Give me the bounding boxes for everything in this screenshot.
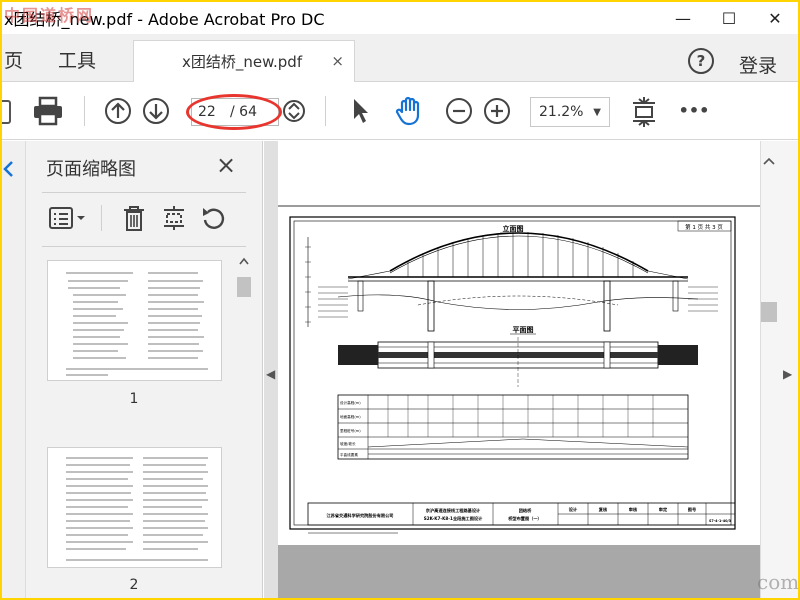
- next-page-area: [278, 545, 761, 598]
- extract-page-icon[interactable]: [158, 201, 190, 235]
- panel-toggle-icon[interactable]: [2, 159, 18, 179]
- tab-document[interactable]: x团结桥_new.pdf ×: [133, 40, 355, 82]
- select-pointer-icon[interactable]: [348, 96, 372, 126]
- page-thumbnail-1[interactable]: [47, 260, 222, 381]
- watermark-text: com: [757, 570, 798, 594]
- toolbar: / 64 21.2% ▼ •••: [2, 82, 798, 140]
- collapse-right-icon[interactable]: ▶: [783, 367, 792, 381]
- zoom-value: 21.2%: [539, 104, 584, 120]
- zoom-in-icon[interactable]: [483, 97, 511, 125]
- page-stepper-icon[interactable]: [282, 98, 306, 124]
- sign-figure-number: 图号: [688, 506, 696, 513]
- minimize-button[interactable]: —: [660, 2, 706, 34]
- zoom-out-icon[interactable]: [445, 97, 473, 125]
- page-fit-icon[interactable]: [629, 94, 659, 130]
- project-name: 京沪高速连接线工程路基设计: [426, 507, 481, 514]
- title-bar: x团结桥_new.pdf - Adobe Acrobat Pro DC — ☐ …: [2, 2, 798, 34]
- close-panel-button[interactable]: ×: [216, 151, 236, 179]
- document-tab-label: x团结桥_new.pdf: [182, 53, 303, 71]
- company-name: 江苏省交通科学研究院股份有限公司: [326, 512, 393, 519]
- close-tab-button[interactable]: ×: [331, 52, 344, 70]
- sign-review: 复核: [598, 506, 608, 513]
- page-total: / 64: [230, 104, 257, 120]
- sign-check: 审核: [629, 506, 638, 513]
- sign-design: 设计: [569, 506, 578, 513]
- profile-row-label: 坡度/坡长: [340, 441, 356, 446]
- close-window-button[interactable]: ✕: [752, 2, 798, 34]
- toolbar-separator: [325, 96, 326, 126]
- plan-title: 平面图: [513, 325, 534, 334]
- tab-bar: 页 工具 x团结桥_new.pdf × ? 登录: [2, 34, 798, 82]
- panel-divider: [42, 192, 246, 193]
- panel-divider: [42, 246, 246, 247]
- figure-number-value: S7-4-1-40/3: [709, 519, 732, 523]
- maximize-button[interactable]: ☐: [706, 2, 752, 34]
- bridge-drawing: 第 1 页 共 3 页 立面图 平面图 设计高程(m) 地面高程(m) 里程桩号…: [289, 216, 736, 534]
- print-icon[interactable]: [31, 94, 65, 128]
- previous-page-icon[interactable]: [104, 97, 132, 125]
- login-button[interactable]: 登录: [739, 51, 777, 78]
- profile-row-label: 设计高程(m): [340, 400, 361, 405]
- next-page-icon[interactable]: [142, 97, 170, 125]
- left-nav-strip: [2, 141, 26, 598]
- page-number-input[interactable]: [192, 103, 222, 121]
- chevron-down-icon: ▼: [593, 106, 601, 118]
- help-icon[interactable]: ?: [688, 48, 714, 74]
- window-title: x团结桥_new.pdf - Adobe Acrobat Pro DC: [4, 10, 325, 29]
- rotate-page-icon[interactable]: [198, 201, 230, 235]
- page-number-box[interactable]: / 64: [191, 98, 279, 126]
- thumbnail-panel: 页面缩略图 × 1 2: [26, 141, 263, 598]
- window-controls: — ☐ ✕: [660, 2, 798, 34]
- zoom-select[interactable]: 21.2% ▼: [530, 97, 610, 127]
- thumbnail-page-number: 1: [129, 391, 139, 407]
- document-view[interactable]: 第 1 页 共 3 页 立面图 平面图 设计高程(m) 地面高程(m) 里程桩号…: [264, 141, 761, 598]
- page-thumbnail-2[interactable]: [47, 447, 222, 568]
- profile-row-label: 平曲线要素: [340, 452, 358, 457]
- drawing-page-label: 第 1 页 共 3 页: [685, 223, 723, 231]
- hand-tool-icon[interactable]: [392, 94, 426, 128]
- thumbnail-scrollbar-thumb[interactable]: [237, 277, 251, 297]
- drawing-name: 团结桥: [519, 507, 532, 514]
- toolbar-separator: [84, 96, 85, 126]
- elevation-title: 立面图: [503, 224, 524, 233]
- profile-row-label: 里程桩号(m): [340, 428, 361, 433]
- more-options-icon[interactable]: •••: [679, 98, 710, 122]
- scroll-up-icon[interactable]: [763, 157, 775, 165]
- acrobat-window: x团结桥_new.pdf - Adobe Acrobat Pro DC — ☐ …: [2, 2, 798, 598]
- previous-page-bottom: [278, 141, 761, 205]
- drawing-subname: 桥型布置图（一）: [508, 515, 542, 522]
- profile-row-label: 地面高程(m): [340, 414, 361, 419]
- delete-page-icon[interactable]: [118, 201, 150, 235]
- sign-approve: 审定: [659, 506, 668, 513]
- tab-tools[interactable]: 工具: [58, 46, 96, 73]
- thumbnail-options-icon[interactable]: [48, 201, 88, 235]
- panel-tool-separator: [101, 205, 102, 231]
- scroll-up-icon[interactable]: [239, 257, 249, 265]
- thumbnail-page-number: 2: [129, 577, 139, 593]
- pdf-page: 第 1 页 共 3 页 立面图 平面图 设计高程(m) 地面高程(m) 里程桩号…: [278, 207, 761, 545]
- scrollbar-thumb[interactable]: [761, 302, 777, 322]
- collapse-left-icon[interactable]: ◀: [266, 367, 275, 381]
- tab-home[interactable]: 页: [4, 46, 23, 73]
- partial-icon[interactable]: [2, 98, 14, 126]
- project-subname: S2K-K7-K8-1全段施工图设计: [424, 515, 483, 522]
- document-scrollbar[interactable]: ▶: [760, 141, 798, 598]
- thumbnail-scrollbar[interactable]: [236, 253, 252, 598]
- panel-title: 页面缩略图: [46, 159, 136, 180]
